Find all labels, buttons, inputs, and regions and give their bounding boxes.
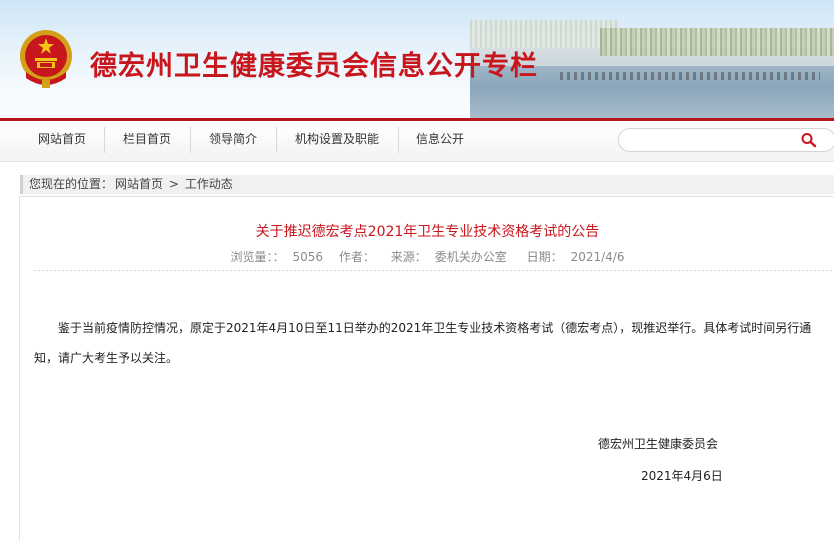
source-label: 来源： (390, 250, 427, 264)
divider (34, 270, 834, 271)
article-sign-date: 2021年4月6日 (641, 469, 723, 483)
nav-organization[interactable]: 机构设置及职能 (278, 121, 396, 161)
date-label: 日期： (526, 250, 563, 264)
search-box (618, 128, 834, 152)
main-nav: 网站首页 栏目首页 领导简介 机构设置及职能 信息公开 (0, 118, 834, 162)
header-banner: 德宏州卫生健康委员会信息公开专栏 (0, 0, 834, 118)
breadcrumb-home-link[interactable]: 网站首页 (115, 177, 163, 191)
search-input[interactable] (629, 131, 793, 149)
nav-leaders[interactable]: 领导简介 (192, 121, 274, 161)
views-label: 浏览量：： (230, 250, 285, 264)
search-icon[interactable] (800, 132, 818, 148)
nav-home[interactable]: 网站首页 (22, 121, 102, 161)
article-title: 关于推迟德宏考点2021年卫生专业技术资格考试的公告 (255, 224, 600, 240)
site-title: 德宏州卫生健康委员会信息公开专栏 (90, 51, 538, 82)
nav-column-home[interactable]: 栏目首页 (106, 121, 188, 161)
nav-separator (190, 127, 191, 153)
banner-reeds (600, 28, 834, 56)
article-body-text: 鉴于当前疫情防控情况，原定于2021年4月10日至11日举办的2021年卫生专业… (34, 321, 812, 365)
article-body: 鉴于当前疫情防控情况，原定于2021年4月10日至11日举办的2021年卫生专业… (34, 313, 834, 373)
national-emblem-icon (20, 30, 72, 88)
breadcrumb-current[interactable]: 工作动态 (185, 177, 233, 191)
nav-info-disclosure[interactable]: 信息公开 (400, 121, 480, 161)
nav-separator (104, 127, 105, 153)
nav-separator (276, 127, 277, 153)
breadcrumb: 您现在的位置： 网站首页 > 工作动态 (20, 175, 834, 194)
author-label: 作者： (338, 250, 375, 264)
date-value: 2021/4/6 (570, 250, 625, 264)
views-count: 5056 (292, 250, 324, 264)
source-value: 委机关办公室 (434, 250, 507, 264)
article-container: 关于推迟德宏考点2021年卫生专业技术资格考试的公告 浏览量：： 5056 作者：… (19, 196, 834, 541)
banner-birds (560, 72, 820, 80)
article-meta: 浏览量：： 5056 作者： 来源： 委机关办公室 日期： 2021/4/6 (20, 248, 834, 265)
nav-separator (398, 127, 399, 153)
article-signature: 德宏州卫生健康委员会 (598, 437, 719, 451)
breadcrumb-prefix: 您现在的位置： (29, 177, 114, 191)
breadcrumb-separator: > (168, 177, 179, 191)
